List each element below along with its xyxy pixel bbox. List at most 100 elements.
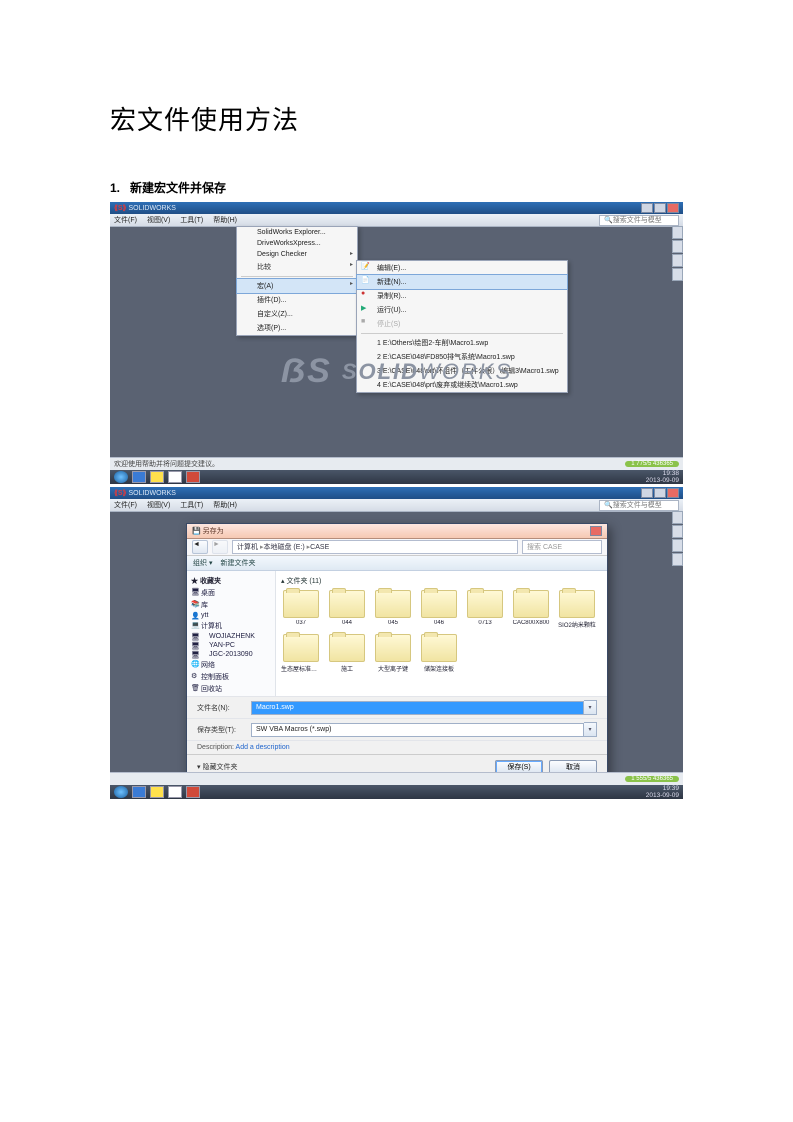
- folder-item[interactable]: 0713: [465, 590, 505, 629]
- tree-item[interactable]: ⚙控制面板: [191, 671, 273, 683]
- side-tool-icon[interactable]: [672, 254, 683, 267]
- menu-tools[interactable]: 工具(T): [180, 500, 203, 510]
- description-row: Description: Add a description: [187, 740, 607, 754]
- menu-item-new[interactable]: 📄 新建(N)...: [356, 274, 568, 290]
- new-folder-button[interactable]: 新建文件夹: [220, 558, 255, 568]
- folder-item[interactable]: 储架连接板: [419, 634, 459, 673]
- side-tool-icon[interactable]: [672, 226, 683, 239]
- taskbar-clock[interactable]: 19:38 2013-09-09: [646, 470, 679, 484]
- folder-item[interactable]: 施工: [327, 634, 367, 673]
- menu-file[interactable]: 文件(F): [114, 215, 137, 225]
- menu-help[interactable]: 帮助(H): [213, 500, 237, 510]
- close-button[interactable]: [667, 488, 679, 498]
- page-title: 宏文件使用方法: [110, 100, 683, 137]
- taskbar-app-icon[interactable]: [132, 786, 146, 798]
- stop-icon: ■: [361, 318, 371, 328]
- folder-item[interactable]: 044: [327, 590, 367, 629]
- library-icon: 📚: [191, 600, 199, 608]
- menu-item[interactable]: SolidWorks Explorer...: [237, 227, 357, 238]
- solidworks-watermark: ẞS SOLIDWORKS: [281, 352, 512, 391]
- tree-item[interactable]: 🖥桌面: [191, 587, 273, 599]
- dialog-search-input[interactable]: 搜索 CASE: [522, 540, 602, 554]
- tree-item[interactable]: 👤ytt: [191, 611, 273, 620]
- dropdown-icon[interactable]: ▾: [584, 722, 597, 737]
- folder-item[interactable]: CAC800X800: [511, 590, 551, 629]
- menu-item-macro[interactable]: 宏(A): [236, 278, 358, 294]
- maximize-button[interactable]: [654, 203, 666, 213]
- dialog-body: ★ 收藏夹 🖥桌面 📚库 👤ytt 💻计算机 🖥WOJIAZHENK 🖥YAN-…: [187, 571, 607, 696]
- side-tool-icon[interactable]: [672, 539, 683, 552]
- menu-item-edit[interactable]: 📝 编辑(E)...: [357, 261, 567, 275]
- folder-icon: [559, 590, 595, 618]
- folder-item[interactable]: 037: [281, 590, 321, 629]
- recent-1[interactable]: 1 E:\Others\绘图2-车削\Macro1.swp: [357, 336, 567, 350]
- search-input[interactable]: 🔍 搜索文件与模型: [599, 215, 679, 226]
- side-tool-icon[interactable]: [672, 268, 683, 281]
- dialog-toolbar: 组织 ▾ 新建文件夹: [187, 556, 607, 571]
- side-tool-icon[interactable]: [672, 511, 683, 524]
- taskbar-clock[interactable]: 19:39 2013-09-09: [646, 785, 679, 799]
- taskbar-app-icon[interactable]: [186, 471, 200, 483]
- minimize-button[interactable]: [641, 203, 653, 213]
- search-input[interactable]: 🔍 搜索文件与模型: [599, 500, 679, 511]
- filename-input[interactable]: Macro1.swp: [251, 701, 584, 715]
- status-badge: 1 775/5 436365: [625, 461, 679, 467]
- side-tool-icon[interactable]: [672, 525, 683, 538]
- status-badge: 1 555/5 436365: [625, 776, 679, 782]
- folder-item[interactable]: 生态屋标准板板: [281, 634, 321, 673]
- dialog-close-button[interactable]: [590, 526, 602, 536]
- menu-help[interactable]: 帮助(H): [213, 215, 237, 225]
- menu-item-record[interactable]: ● 录制(R)...: [357, 289, 567, 303]
- menu-item[interactable]: 自定义(Z)...: [237, 307, 357, 321]
- side-tool-icon[interactable]: [672, 553, 683, 566]
- dropdown-icon[interactable]: ▾: [584, 700, 597, 715]
- folder-icon: [467, 590, 503, 618]
- play-icon: ▶: [361, 304, 371, 314]
- taskbar-app-icon[interactable]: [168, 786, 182, 798]
- address-bar[interactable]: 计算机 本地磁盘 (E:) CASE: [232, 540, 518, 554]
- pc-icon: 🖥: [191, 642, 199, 650]
- add-description-link[interactable]: Add a description: [236, 744, 290, 751]
- maximize-button[interactable]: [654, 488, 666, 498]
- filetype-input[interactable]: SW VBA Macros (*.swp): [251, 723, 584, 737]
- folders-header: ▴ 文件夹 (11): [281, 576, 602, 586]
- taskbar-app-icon[interactable]: [150, 471, 164, 483]
- folder-item[interactable]: SIO2纳米颗粒: [557, 590, 597, 629]
- menu-item[interactable]: Design Checker: [237, 249, 357, 260]
- taskbar-app-icon[interactable]: [186, 786, 200, 798]
- taskbar-app-icon[interactable]: [168, 471, 182, 483]
- close-button[interactable]: [667, 203, 679, 213]
- separator: [241, 276, 353, 277]
- tree-item[interactable]: 🖥WOJIAZHENK: [191, 632, 273, 641]
- folder-item[interactable]: 大型离子键: [373, 634, 413, 673]
- menu-item[interactable]: 插件(D)...: [237, 293, 357, 307]
- start-button[interactable]: [114, 471, 128, 483]
- side-tool-icon[interactable]: [672, 240, 683, 253]
- menu-tools[interactable]: 工具(T): [180, 215, 203, 225]
- tree-item[interactable]: 📚库: [191, 599, 273, 611]
- back-button[interactable]: ◄: [192, 540, 208, 554]
- forward-button[interactable]: ►: [212, 540, 228, 554]
- taskbar-app-icon[interactable]: [150, 786, 164, 798]
- folder-list: ▴ 文件夹 (11) 037 044 045 046 0713 CAC800X8…: [276, 571, 607, 696]
- new-icon: 📄: [361, 276, 371, 286]
- folder-item[interactable]: 045: [373, 590, 413, 629]
- menu-item[interactable]: 选项(P)...: [237, 321, 357, 335]
- hide-folders-toggle[interactable]: ▾ 隐藏文件夹: [197, 762, 237, 772]
- minimize-button[interactable]: [641, 488, 653, 498]
- tree-item[interactable]: 🌐网络: [191, 659, 273, 671]
- tree-item[interactable]: 🖥JGC-2013090: [191, 650, 273, 659]
- menu-item[interactable]: DriveWorksXpress...: [237, 238, 357, 249]
- tree-item[interactable]: 💻计算机: [191, 620, 273, 632]
- folder-item[interactable]: 046: [419, 590, 459, 629]
- tree-item[interactable]: 🖥YAN-PC: [191, 641, 273, 650]
- menu-view[interactable]: 视图(V): [147, 215, 170, 225]
- tree-item[interactable]: 🗑回收站: [191, 683, 273, 695]
- start-button[interactable]: [114, 786, 128, 798]
- organize-button[interactable]: 组织 ▾: [193, 558, 212, 568]
- menu-item[interactable]: 比较: [237, 260, 357, 274]
- menu-view[interactable]: 视图(V): [147, 500, 170, 510]
- menu-item-run[interactable]: ▶ 运行(U)...: [357, 303, 567, 317]
- taskbar-app-icon[interactable]: [132, 471, 146, 483]
- menu-file[interactable]: 文件(F): [114, 500, 137, 510]
